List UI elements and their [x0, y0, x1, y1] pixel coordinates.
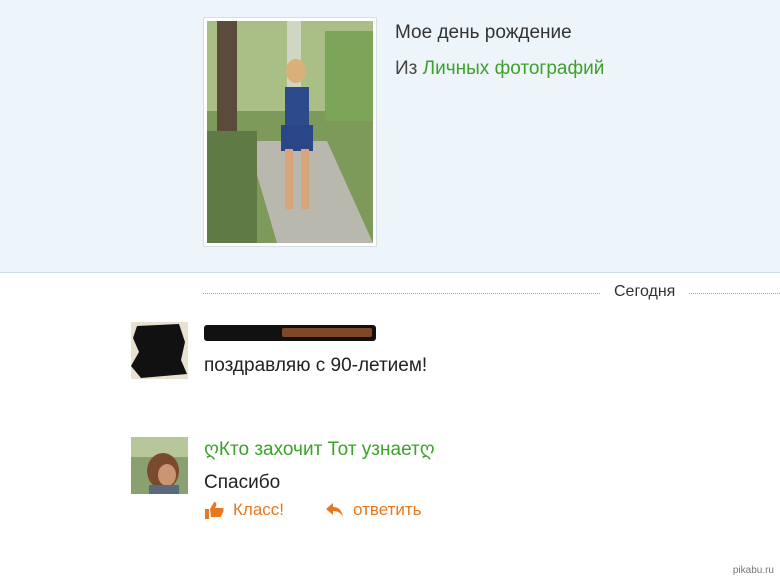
album-link[interactable]: Личных фотографий [423, 58, 605, 79]
photo-source: Из Личных фотографий [395, 58, 604, 80]
watermark: pikabu.ru [732, 565, 774, 576]
photo-image [207, 21, 373, 243]
like-label: Класс! [233, 500, 284, 519]
comment-text: поздравляю с 90-летием! [204, 355, 428, 376]
thumbs-up-icon [205, 502, 224, 519]
comment-author-redacted [204, 325, 376, 341]
reply-button[interactable]: ответить [325, 500, 422, 520]
photo-source-prefix: Из [395, 58, 418, 79]
photo-header-panel [0, 0, 780, 273]
avatar-image [131, 437, 188, 494]
like-button[interactable]: Класс! [205, 500, 284, 520]
photo-thumbnail[interactable] [203, 17, 377, 247]
photo-title: Мое день рождение [395, 22, 572, 43]
avatar[interactable] [131, 322, 188, 379]
avatar[interactable] [131, 437, 188, 494]
date-divider [203, 293, 780, 294]
reply-arrow-icon [326, 503, 343, 517]
reply-label: ответить [353, 500, 422, 519]
avatar-redacted-image [131, 322, 188, 379]
comment-text: Спасибо [204, 472, 281, 493]
comment-author-link[interactable]: ღКто захочит Тот узнаетღ [204, 438, 435, 461]
date-label: Сегодня [600, 283, 690, 301]
